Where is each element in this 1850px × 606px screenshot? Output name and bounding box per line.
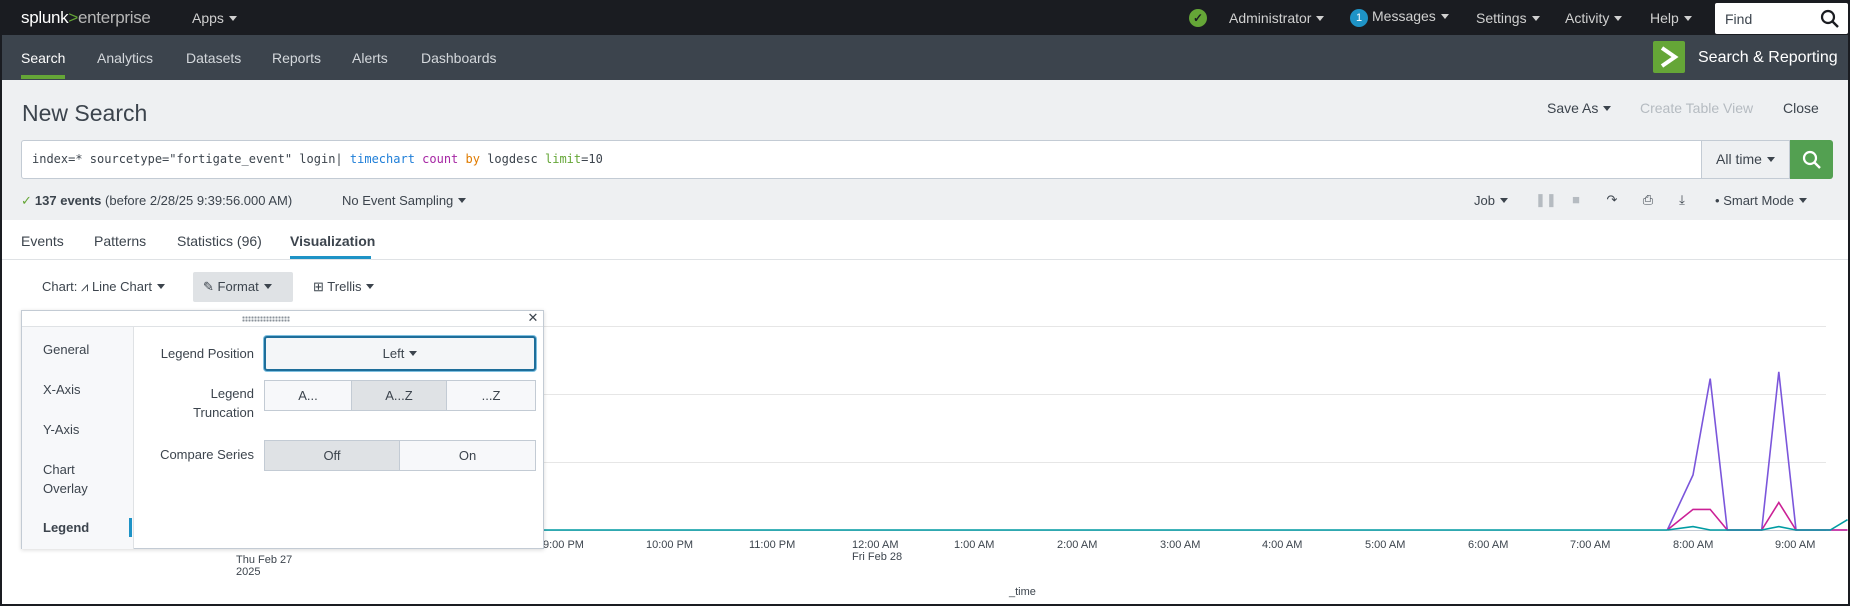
format-panel: ✕ General X-Axis Y-Axis Chart Overlay Le… — [21, 310, 544, 549]
chevron-down-icon — [409, 351, 418, 356]
close-icon[interactable]: ✕ — [526, 311, 540, 325]
active-nav-indicator — [129, 518, 132, 537]
drag-handle-icon[interactable] — [242, 316, 290, 322]
truncation-middle-option[interactable]: A...Z — [351, 380, 447, 411]
compare-series-off-option[interactable]: Off — [264, 440, 400, 471]
legend-position-value: Left — [382, 346, 405, 361]
truncation-start-option[interactable]: A... — [264, 380, 352, 411]
legend-truncation-line2: Truncation — [193, 405, 254, 420]
compare-series-label: Compare Series — [160, 447, 254, 462]
splunk-window: splunk>enterprise Apps ✓ Administrator 1… — [0, 0, 1850, 606]
legend-position-label: Legend Position — [160, 346, 254, 361]
format-nav-y-axis[interactable]: Y-Axis — [43, 420, 79, 439]
format-nav-chart-overlay[interactable]: Chart Overlay — [43, 460, 113, 498]
series-line-2[interactable] — [1667, 519, 1848, 531]
compare-series-on-option[interactable]: On — [399, 440, 536, 471]
legend-truncation-label: Legend Truncation — [142, 384, 254, 422]
format-panel-header: ✕ — [22, 311, 543, 327]
series-line-1[interactable] — [1666, 500, 1848, 531]
format-nav-legend[interactable]: Legend — [43, 518, 89, 537]
format-nav-x-axis[interactable]: X-Axis — [43, 380, 81, 399]
truncation-end-option[interactable]: ...Z — [446, 380, 536, 411]
legend-truncation-line1: Legend — [210, 386, 254, 401]
series-line-0[interactable] — [1666, 371, 1848, 531]
format-nav-general[interactable]: General — [43, 340, 89, 359]
legend-position-select[interactable]: Left — [264, 336, 536, 371]
